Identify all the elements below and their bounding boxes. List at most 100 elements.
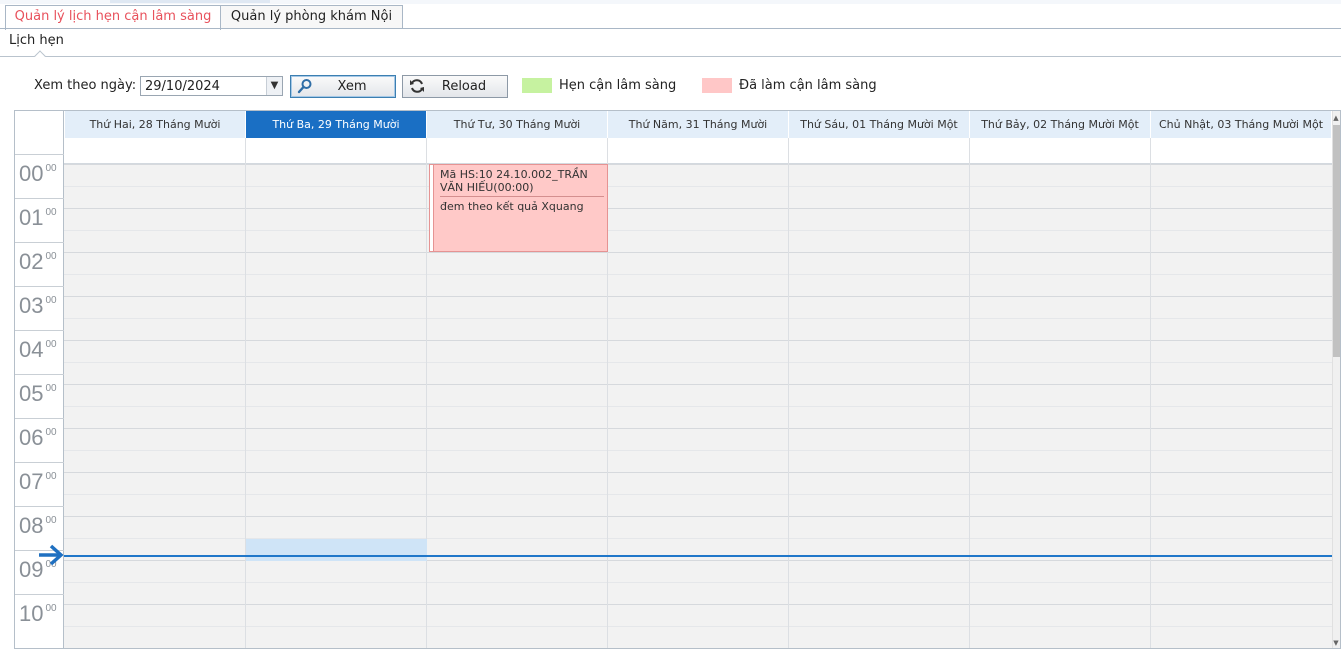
- chevron-down-icon[interactable]: ▼: [266, 77, 282, 95]
- hour-gridline: [64, 472, 1334, 473]
- hour-number: 07: [19, 469, 44, 494]
- appointment-divider: [440, 196, 604, 197]
- appointment-block[interactable]: Mã HS:10 24.10.002_TRẦN VĂN HIẾU(00:00) …: [429, 164, 608, 252]
- day-header-4[interactable]: Thứ Sáu, 01 Tháng Mười Một: [789, 111, 970, 138]
- hour-gridline: [64, 340, 1334, 341]
- hour-label: 06 00: [19, 425, 63, 451]
- day-header-2[interactable]: Thứ Tư, 30 Tháng Mười: [427, 111, 608, 138]
- time-column-gridline: [15, 418, 64, 419]
- legend-swatch-completed: [702, 78, 732, 93]
- half-hour-gridline: [64, 406, 1334, 407]
- day-header-5[interactable]: Thứ Bảy, 02 Tháng Mười Một: [970, 111, 1151, 138]
- refresh-icon: [410, 79, 424, 93]
- top-strip-accent: [110, 0, 270, 3]
- date-value[interactable]: 29/10/2024: [145, 79, 220, 94]
- half-hour-gridline: [64, 186, 1334, 187]
- hour-minutes: 00: [45, 295, 57, 306]
- hour-minutes: 00: [45, 603, 57, 614]
- time-column-gridline: [15, 154, 64, 155]
- selected-time-cell[interactable]: [246, 539, 427, 561]
- scroll-up-icon[interactable]: ▲: [1332, 113, 1340, 123]
- day-column-divider: [245, 138, 246, 648]
- date-label: Xem theo ngày:: [34, 78, 137, 93]
- hour-minutes: 00: [45, 471, 57, 482]
- day-header-3[interactable]: Thứ Năm, 31 Tháng Mười: [608, 111, 789, 138]
- current-time-line: [64, 555, 1340, 557]
- hour-label: 04 00: [19, 337, 63, 363]
- half-hour-gridline: [64, 494, 1334, 495]
- hour-label: 03 00: [19, 293, 63, 319]
- subtab-appointments[interactable]: Lịch hẹn: [9, 33, 64, 48]
- hour-gridline: [64, 516, 1334, 517]
- time-grid[interactable]: [64, 164, 1334, 648]
- time-column-gridline: [15, 242, 64, 243]
- hour-minutes: 00: [45, 383, 57, 394]
- hour-gridline: [64, 208, 1334, 209]
- hour-gridline: [64, 428, 1334, 429]
- hour-minutes: 00: [45, 427, 57, 438]
- time-column-gridline: [15, 462, 64, 463]
- scroll-down-icon[interactable]: ▼: [1332, 638, 1340, 648]
- hour-number: 10: [19, 601, 44, 626]
- appointment-title: Mã HS:10 24.10.002_TRẦN VĂN HIẾU(00:00): [440, 168, 588, 194]
- current-time-arrow-icon: [39, 544, 64, 566]
- time-column-gridline: [15, 506, 64, 507]
- hour-number: 00: [19, 161, 44, 186]
- all-day-row[interactable]: [64, 138, 1334, 164]
- time-column-gridline: [15, 594, 64, 595]
- tab-internal-clinic[interactable]: Quản lý phòng khám Nội: [220, 5, 403, 29]
- date-picker[interactable]: 29/10/2024 ▼: [140, 76, 283, 96]
- subtab-divider: [0, 56, 1341, 57]
- hour-number: 03: [19, 293, 44, 318]
- hour-label: 00 00: [19, 161, 63, 187]
- time-column-gridline: [15, 286, 64, 287]
- view-button-label: Xem: [337, 79, 367, 94]
- legend-label-scheduled: Hẹn cận lâm sàng: [559, 78, 677, 93]
- half-hour-gridline: [64, 450, 1334, 451]
- half-hour-gridline: [64, 582, 1334, 583]
- half-hour-gridline: [64, 274, 1334, 275]
- half-hour-gridline: [64, 230, 1334, 231]
- day-column-divider: [1150, 138, 1151, 648]
- reload-button-label: Reload: [441, 79, 487, 94]
- hour-minutes: 00: [45, 515, 57, 526]
- vertical-scrollbar[interactable]: ▲ ▼: [1332, 111, 1340, 648]
- day-column-divider: [969, 138, 970, 648]
- hour-number: 05: [19, 381, 44, 406]
- day-column-divider: [788, 138, 789, 648]
- reload-button[interactable]: Reload: [402, 75, 508, 98]
- day-column-divider: [426, 138, 427, 648]
- legend-swatch-scheduled: [522, 78, 552, 93]
- legend-label-completed: Đã làm cận lâm sàng: [739, 78, 877, 93]
- hour-label: 10 00: [19, 601, 63, 627]
- hour-label: 02 00: [19, 249, 63, 275]
- hour-number: 02: [19, 249, 44, 274]
- half-hour-gridline: [64, 318, 1334, 319]
- hour-number: 01: [19, 205, 44, 230]
- hour-number: 08: [19, 513, 44, 538]
- view-button[interactable]: Xem: [290, 75, 396, 98]
- time-column-gridline: [15, 374, 64, 375]
- hour-minutes: 00: [45, 251, 57, 262]
- subtab-indicator: [34, 50, 46, 62]
- hour-minutes: 00: [45, 339, 57, 350]
- day-header-6[interactable]: Chủ Nhật, 03 Tháng Mười Một: [1151, 111, 1332, 138]
- hour-label: 07 00: [19, 469, 63, 495]
- half-hour-gridline: [64, 626, 1334, 627]
- appointment-status-bar: [430, 165, 434, 251]
- tab-appointment-management[interactable]: Quản lý lịch hẹn cận lâm sàng: [5, 5, 221, 30]
- day-header-1[interactable]: Thứ Ba, 29 Tháng Mười: [246, 111, 427, 138]
- search-icon: [297, 79, 312, 94]
- scrollbar-thumb[interactable]: [1333, 125, 1340, 357]
- hour-minutes: 00: [45, 163, 57, 174]
- hour-gridline: [64, 384, 1334, 385]
- hour-gridline: [64, 252, 1334, 253]
- week-calendar[interactable]: Thứ Hai, 28 Tháng Mười Thứ Ba, 29 Tháng M…: [14, 110, 1341, 649]
- day-header-0[interactable]: Thứ Hai, 28 Tháng Mười: [65, 111, 246, 138]
- tab-bar-divider: [0, 28, 1341, 29]
- time-column-gridline: [15, 198, 64, 199]
- hour-number: 06: [19, 425, 44, 450]
- hour-label: 01 00: [19, 205, 63, 231]
- hour-label: 08 00: [19, 513, 63, 539]
- hour-gridline: [64, 296, 1334, 297]
